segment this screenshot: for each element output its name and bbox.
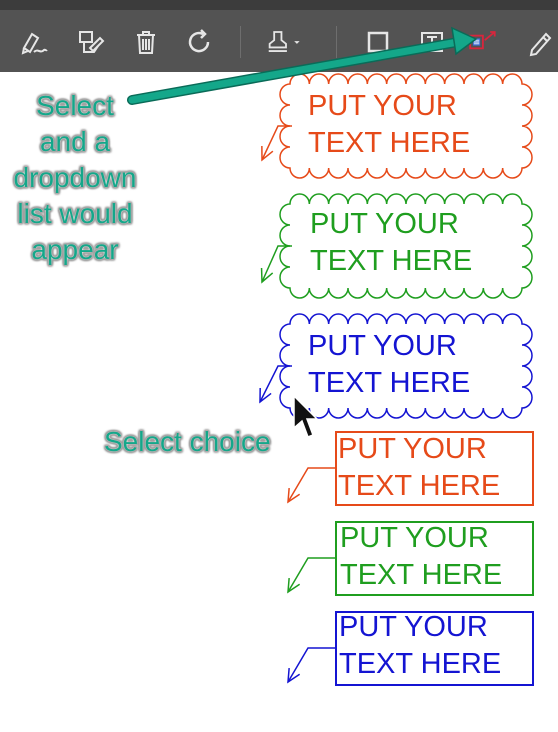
callout-text[interactable]: PUT YOUR TEXT HERE [308,328,470,402]
callout-text[interactable]: PUT YOUR TEXT HERE [340,520,502,594]
callout-leader-line [287,557,336,593]
stamp-icon[interactable] [266,22,306,62]
callout-arrowhead [287,577,301,594]
callout-arrowhead [287,487,301,504]
callout-line-1: PUT YOUR [338,433,487,465]
callout-line-1: PUT YOUR [308,90,457,122]
callout-text[interactable]: PUT YOUR TEXT HERE [338,431,500,505]
edit-tag-icon[interactable] [70,22,110,62]
callout-line-2: TEXT HERE [308,127,471,159]
callout-line-1: PUT YOUR [308,330,457,362]
callout-arrowhead [259,387,272,404]
callout-line-1: PUT YOUR [340,522,489,554]
callout-arrowhead [261,145,274,162]
callout-line-2: TEXT HERE [308,367,471,399]
callout-leader-line [287,467,336,503]
select-choice-note: Select choice [104,426,271,457]
trash-icon[interactable] [126,22,166,62]
callout-line-2: TEXT HERE [338,470,501,502]
toolbar-separator [336,26,337,58]
callout-line-1: PUT YOUR [339,611,488,643]
callout-text[interactable]: PUT YOUR TEXT HERE [310,206,472,280]
redo-icon[interactable] [180,22,220,62]
callout-arrowhead [260,267,274,284]
mouse-cursor-icon [293,394,319,438]
callout-arrowhead [287,667,301,684]
callout-text[interactable]: PUT YOUR TEXT HERE [339,609,501,683]
rectangle-icon[interactable] [358,22,398,62]
annotation-toolbar [0,0,558,72]
callout-leader-line [261,245,292,283]
sign-pen-icon[interactable] [14,22,54,62]
toolbar-separator [240,26,241,58]
callout-line-2: TEXT HERE [339,648,502,680]
text-box-icon[interactable] [412,22,452,62]
callout-text[interactable]: PUT YOUR TEXT HERE [308,88,470,162]
select-dropdown-note: Select and a dropdown list would appear [13,90,137,265]
pencil-icon[interactable] [520,22,558,62]
callout-leader-line [259,365,292,403]
callout-line-1: PUT YOUR [310,208,459,240]
callout-line-2: TEXT HERE [340,559,503,591]
callout-leader-line [261,125,292,161]
callout-line-2: TEXT HERE [310,245,473,277]
callout-leader-line [287,647,336,683]
callout-icon[interactable] [462,22,502,62]
